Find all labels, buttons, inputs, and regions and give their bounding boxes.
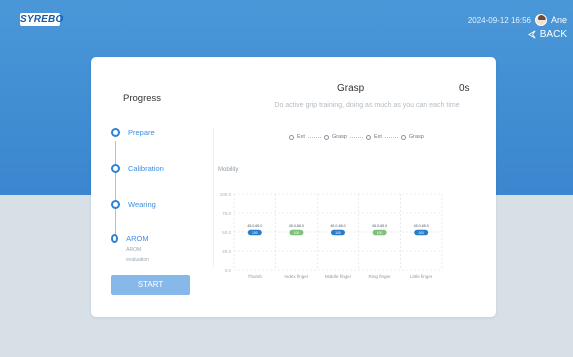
x-tick-label: Ring finger <box>368 274 391 279</box>
back-button[interactable]: BACK <box>527 29 567 40</box>
x-tick-label: Index finger <box>284 274 308 279</box>
pill-label: 100 <box>252 231 258 235</box>
progress-title: Progress <box>123 93 162 104</box>
pill-label: 100 <box>377 231 383 235</box>
phase-circle-icon <box>365 134 371 140</box>
phase-label: Grasp <box>331 134 347 140</box>
phase-circle-icon <box>289 134 294 140</box>
phase-label: Grasp <box>408 134 424 140</box>
y-tick-label: 75.0 <box>222 211 231 216</box>
chart-svg: 0.0 25.0 50.0 75.0 100.0 45.0-65.0 100 Thumb 45.… <box>220 192 443 279</box>
y-tick-label: 25.0 <box>222 249 231 254</box>
phase-connector <box>307 136 321 138</box>
step-wearing[interactable]: Wearing <box>111 200 156 210</box>
pill-label: 100 <box>418 231 424 235</box>
step-prepare[interactable]: Prepare <box>111 128 155 138</box>
x-tick-label: Little finger <box>410 274 433 279</box>
step-dot-icon <box>111 234 119 243</box>
y-tick-label: 0.0 <box>225 268 232 273</box>
datetime: 2024-09-12 16:56 <box>467 15 531 25</box>
start-button[interactable]: START <box>111 275 190 295</box>
step-label: AROM <box>126 234 149 243</box>
back-label: BACK <box>539 29 567 40</box>
timer: 0s <box>459 83 470 94</box>
step-dot-icon <box>111 164 120 173</box>
phase-label: Ext <box>373 134 382 140</box>
range-label: 45.0-65.0 <box>289 224 304 228</box>
phase-connector <box>384 136 398 138</box>
phase-label: Ext <box>297 134 305 140</box>
syrebo-logo: SYREBO <box>20 13 64 26</box>
step-arom[interactable]: AROM AROM evaluation <box>111 234 151 265</box>
step-label: Prepare <box>128 128 155 137</box>
back-arrow-icon <box>527 30 536 39</box>
step-dot-icon <box>111 200 120 209</box>
step-calibration[interactable]: Calibration <box>111 164 164 174</box>
phase-grasp: Grasp <box>323 134 347 140</box>
training-card: Progress Prepare Calibration Wearing ARO… <box>91 57 496 317</box>
step-label: Calibration <box>128 164 164 173</box>
step-label: Wearing <box>128 200 156 209</box>
pill-label: 100 <box>335 231 341 235</box>
step-dot-icon <box>111 128 120 137</box>
phase-circle-icon <box>323 134 329 140</box>
step-sublabel: AROM evaluation <box>126 247 149 263</box>
mobility-chart: 0.0 25.0 50.0 75.0 100.0 45.0-65.0 100 Thumb 45.… <box>220 190 460 280</box>
progress-line <box>115 141 116 237</box>
phase-ext: Ext <box>289 134 305 140</box>
phase-sequence: Ext Grasp Ext Grasp <box>289 134 424 140</box>
chart-ylabel: Mobility <box>218 167 239 173</box>
x-tick-label: Middle finger <box>325 274 352 279</box>
phase-ext: Ext <box>365 134 382 140</box>
y-tick-label: 50.0 <box>222 230 231 235</box>
status-area: 2024-09-12 16:56 Ane <box>468 13 567 27</box>
pill-label: 100 <box>294 231 300 235</box>
user-name[interactable]: Ane <box>551 15 567 25</box>
exercise-title: Grasp <box>337 83 365 94</box>
x-tick-label: Thumb <box>248 274 263 279</box>
range-label: 45.0-65.0 <box>247 224 262 228</box>
phase-grasp: Grasp <box>400 134 424 140</box>
exercise-description: Do active grip training, doing as much a… <box>274 102 460 109</box>
range-label: 45.0-65.0 <box>414 224 429 228</box>
range-label: 45.0-65.0 <box>330 224 345 228</box>
y-tick-label: 100.0 <box>220 192 232 197</box>
avatar[interactable] <box>534 14 547 26</box>
phase-circle-icon <box>400 134 406 140</box>
panel-divider <box>213 127 214 267</box>
range-label: 45.0-65.0 <box>372 224 387 228</box>
phase-connector <box>349 136 363 138</box>
